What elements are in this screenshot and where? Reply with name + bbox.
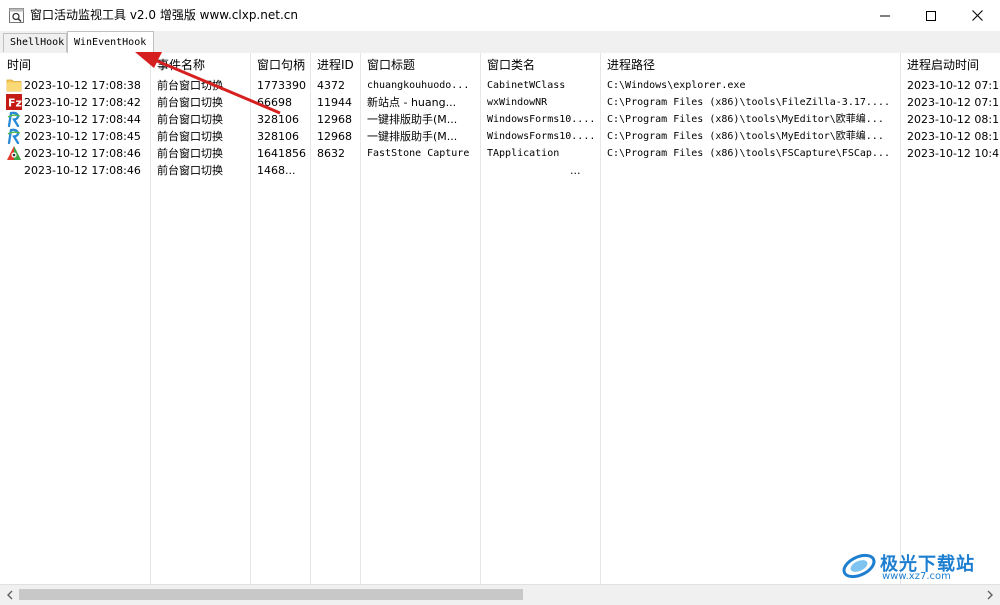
cell-pid: 11944 <box>317 96 352 109</box>
cell-class: wxWindowNR <box>487 97 548 108</box>
cell-event: 前台窗口切换 <box>157 164 223 177</box>
column-header-title[interactable]: 窗口标题 <box>367 57 415 73</box>
column-header-hwnd[interactable]: 窗口句柄 <box>257 57 305 73</box>
cell-start: 2023-10-12 08:1 <box>907 113 1000 126</box>
cell-path: C:\Program Files (x86)\tools\MyEditor\欧菲… <box>607 114 884 125</box>
table-row[interactable]: 2023-10-12 17:08:44 前台窗口切换 328106 12968 … <box>0 111 1000 128</box>
column-header-event[interactable]: 事件名称 <box>157 57 205 73</box>
cell-hwnd: 328106 <box>257 130 299 143</box>
cell-hwnd: 328106 <box>257 113 299 126</box>
cell-path: C:\Program Files (x86)\tools\MyEditor\欧菲… <box>607 131 884 142</box>
cell-hwnd: 1641856 <box>257 147 306 160</box>
close-button[interactable] <box>954 0 1000 31</box>
window-title: 窗口活动监视工具 v2.0 增强版 www.clxp.net.cn <box>30 8 298 22</box>
maximize-icon <box>926 10 936 21</box>
cell-hwnd: 66698 <box>257 96 292 109</box>
myeditor-icon <box>7 111 21 127</box>
cell-time: 2023-10-12 17:08:45 <box>24 130 141 143</box>
cell-path: C:\Windows\explorer.exe <box>607 80 746 91</box>
magnifier-window-icon <box>9 8 24 23</box>
title-bar: 窗口活动监视工具 v2.0 增强版 www.clxp.net.cn <box>0 0 1000 31</box>
minimize-button[interactable] <box>862 0 908 31</box>
table-row[interactable]: 2023-10-12 17:08:46 前台窗口切换 1468... ... <box>0 162 1000 179</box>
filezilla-icon: Fz <box>6 94 22 110</box>
tab-shellhook[interactable]: ShellHook <box>3 33 67 52</box>
scrollbar-thumb[interactable] <box>19 589 523 600</box>
cell-time: 2023-10-12 17:08:44 <box>24 113 141 126</box>
cell-class: TApplication <box>487 148 560 159</box>
myeditor-icon <box>7 128 21 144</box>
scroll-right-icon[interactable] <box>984 589 996 601</box>
table-row[interactable]: 2023-10-12 17:08:38 前台窗口切换 1773390 4372 … <box>0 77 1000 94</box>
cell-class: WindowsForms10.... <box>487 131 596 142</box>
cell-title: 一键排版助手(M... <box>367 130 458 143</box>
cell-time: 2023-10-12 17:08:46 <box>24 164 141 177</box>
maximize-button[interactable] <box>908 0 954 31</box>
tab-wineventhook[interactable]: WinEventHook <box>67 31 154 53</box>
table-row[interactable]: 2023-10-12 17:08:46 前台窗口切换 1641856 8632 … <box>0 145 1000 162</box>
cell-start: 2023-10-12 07:1 <box>907 79 1000 92</box>
cell-title: 新站点 - huang... <box>367 96 457 109</box>
cell-start: 2023-10-12 08:1 <box>907 130 1000 143</box>
cell-title: chuangkouhuodo... <box>367 80 470 91</box>
cell-time: 2023-10-12 17:08:42 <box>24 96 141 109</box>
cell-time: 2023-10-12 17:08:46 <box>24 147 141 160</box>
cell-start: 2023-10-12 07:1 <box>907 96 1000 109</box>
column-header-start[interactable]: 进程启动时间 <box>907 57 979 73</box>
cell-event: 前台窗口切换 <box>157 130 223 143</box>
cell-pid: 12968 <box>317 113 352 126</box>
svg-text:Fz: Fz <box>8 97 22 110</box>
tab-strip: ShellHook WinEventHook <box>0 31 1000 54</box>
cell-title: FastStone Capture <box>367 148 470 159</box>
cell-start: 2023-10-12 10:4 <box>907 147 1000 160</box>
watermark-logo-icon <box>842 553 876 579</box>
cell-title: 一键排版助手(M... <box>367 113 458 126</box>
cell-path: C:\Program Files (x86)\tools\FileZilla-3… <box>607 97 890 108</box>
cell-pid: 8632 <box>317 147 345 160</box>
table-row[interactable]: 2023-10-12 17:08:45 前台窗口切换 328106 12968 … <box>0 128 1000 145</box>
cell-class: CabinetWClass <box>487 80 566 91</box>
scroll-left-icon[interactable] <box>4 589 16 601</box>
cell-time: 2023-10-12 17:08:38 <box>24 79 141 92</box>
watermark: 极光下载站 www.xz7.com <box>840 548 992 584</box>
cell-class: ... <box>570 164 581 177</box>
cell-event: 前台窗口切换 <box>157 147 223 160</box>
cell-event: 前台窗口切换 <box>157 96 223 109</box>
column-header-path[interactable]: 进程路径 <box>607 57 655 73</box>
cell-path: C:\Program Files (x86)\tools\FSCapture\F… <box>607 148 890 159</box>
table-row[interactable]: Fz 2023-10-12 17:08:42 前台窗口切换 66698 1194… <box>0 94 1000 111</box>
event-list[interactable]: 时间 事件名称 窗口句柄 进程ID 窗口标题 窗口类名 进程路径 进程启动时间 … <box>0 53 1000 584</box>
fscapture-icon <box>7 146 21 160</box>
watermark-url: www.xz7.com <box>882 571 951 582</box>
close-icon <box>971 10 983 21</box>
cell-hwnd: 1773390 <box>257 79 306 92</box>
cell-event: 前台窗口切换 <box>157 79 223 92</box>
column-header-time[interactable]: 时间 <box>7 57 31 73</box>
horizontal-scrollbar[interactable] <box>0 584 1000 605</box>
column-header-class[interactable]: 窗口类名 <box>487 57 535 73</box>
cell-pid: 12968 <box>317 130 352 143</box>
cell-event: 前台窗口切换 <box>157 113 223 126</box>
cell-pid: 4372 <box>317 79 345 92</box>
cell-class: WindowsForms10.... <box>487 114 596 125</box>
folder-icon <box>6 79 22 92</box>
minimize-icon <box>880 15 890 16</box>
column-header-pid[interactable]: 进程ID <box>317 57 354 73</box>
cell-hwnd: 1468... <box>257 164 296 177</box>
